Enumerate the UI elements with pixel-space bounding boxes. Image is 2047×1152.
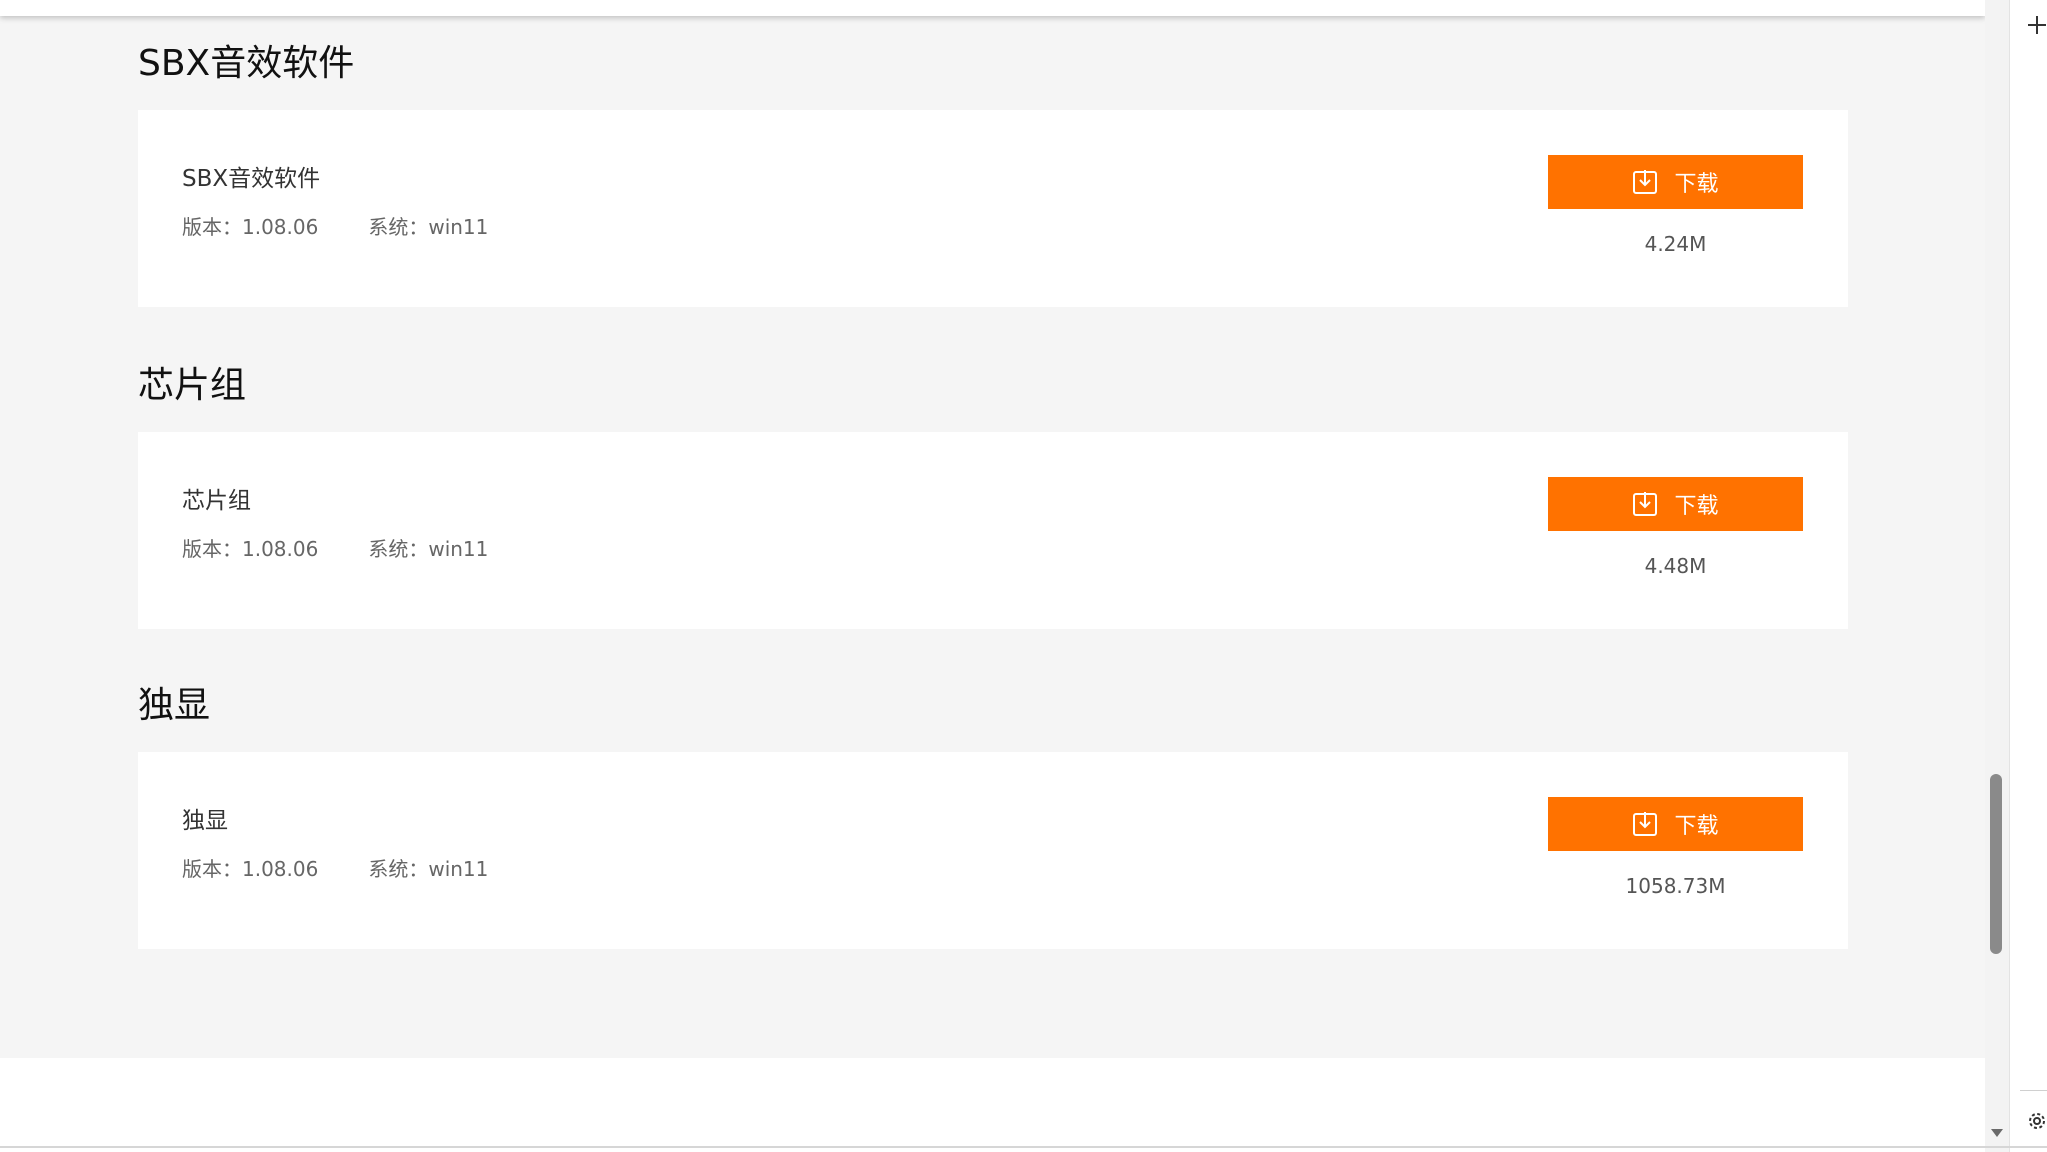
driver-meta: 版本：1.08.06 系统：win11 bbox=[182, 856, 488, 882]
download-icon bbox=[1633, 492, 1658, 516]
download-icon bbox=[1633, 170, 1658, 194]
gear-icon[interactable] bbox=[2026, 1110, 2047, 1132]
page-footer-area bbox=[0, 1058, 1985, 1152]
page-viewport: SBX音效软件 SBX音效软件 版本：1.08.06 系统：win11 下载 4.… bbox=[0, 0, 1985, 1152]
driver-card: 独显 版本：1.08.06 系统：win11 下载 1058.73M bbox=[138, 752, 1848, 949]
version-text: 版本：1.08.06 bbox=[182, 857, 319, 881]
file-size: 1058.73M bbox=[1625, 874, 1726, 898]
download-icon bbox=[1633, 812, 1658, 836]
system-text: 系统：win11 bbox=[368, 537, 489, 561]
vertical-scrollbar[interactable] bbox=[1985, 0, 2009, 1152]
system-text: 系统：win11 bbox=[368, 215, 489, 239]
file-size: 4.48M bbox=[1644, 554, 1707, 578]
download-button[interactable]: 下载 bbox=[1548, 797, 1803, 851]
download-label: 下载 bbox=[1674, 494, 1719, 519]
download-label: 下载 bbox=[1674, 814, 1719, 839]
system-text: 系统：win11 bbox=[368, 857, 489, 881]
download-button[interactable]: 下载 bbox=[1548, 477, 1803, 531]
download-label: 下载 bbox=[1674, 172, 1719, 197]
side-divider bbox=[2020, 1090, 2047, 1091]
version-text: 版本：1.08.06 bbox=[182, 537, 319, 561]
download-button[interactable]: 下载 bbox=[1548, 155, 1803, 209]
driver-meta: 版本：1.08.06 系统：win11 bbox=[182, 536, 488, 562]
plus-icon[interactable] bbox=[2026, 14, 2047, 36]
driver-name: 芯片组 bbox=[182, 488, 251, 514]
driver-card: SBX音效软件 版本：1.08.06 系统：win11 下载 4.24M bbox=[138, 110, 1848, 307]
section-title: SBX音效软件 bbox=[138, 43, 355, 84]
section-title: 芯片组 bbox=[138, 365, 247, 406]
window-bottom-border bbox=[0, 1146, 2047, 1148]
file-size: 4.24M bbox=[1644, 232, 1707, 256]
scrollbar-thumb[interactable] bbox=[1990, 774, 2002, 954]
driver-list: SBX音效软件 SBX音效软件 版本：1.08.06 系统：win11 下载 4.… bbox=[0, 16, 1985, 1058]
chevron-down-icon[interactable] bbox=[1989, 1126, 2005, 1140]
driver-name: SBX音效软件 bbox=[182, 166, 321, 192]
version-text: 版本：1.08.06 bbox=[182, 215, 319, 239]
driver-meta: 版本：1.08.06 系统：win11 bbox=[182, 214, 488, 240]
header-shadow bbox=[0, 0, 1985, 16]
driver-name: 独显 bbox=[182, 808, 228, 834]
browser-side-panel bbox=[2009, 0, 2047, 1152]
section-title: 独显 bbox=[138, 685, 211, 726]
driver-card: 芯片组 版本：1.08.06 系统：win11 下载 4.48M bbox=[138, 432, 1848, 629]
